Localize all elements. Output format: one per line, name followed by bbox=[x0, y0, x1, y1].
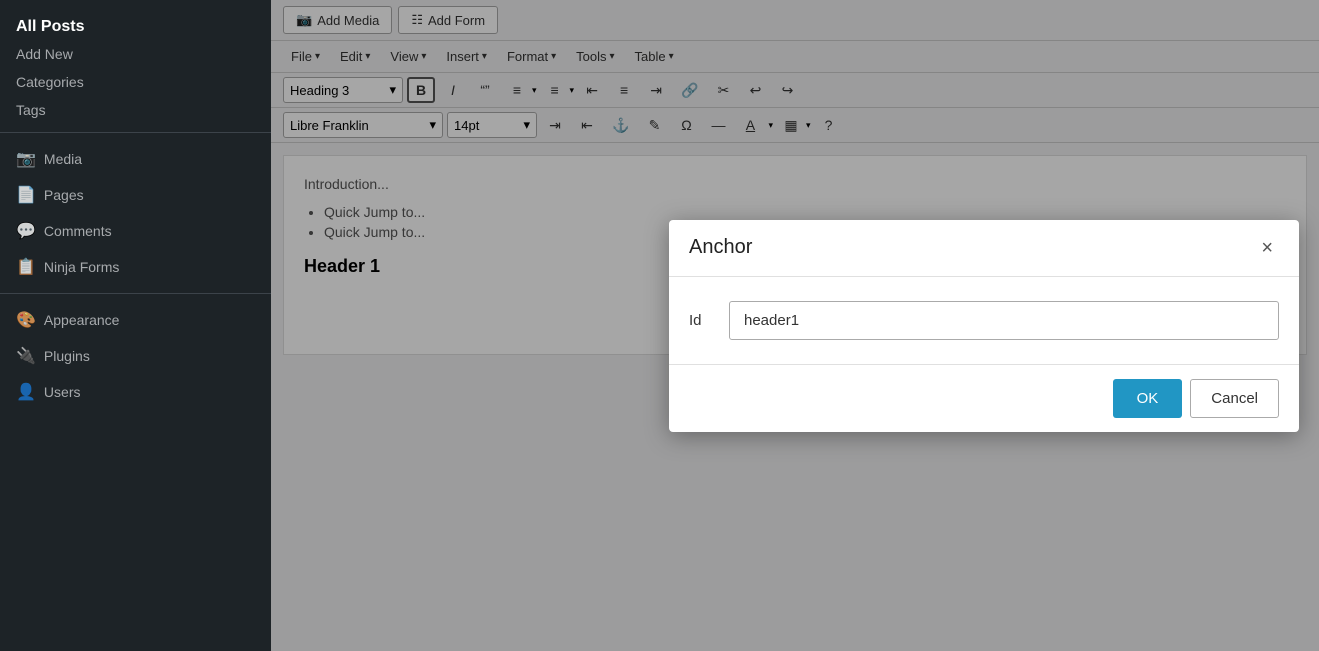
plugins-icon: 🔌 bbox=[16, 346, 36, 366]
modal-title: Anchor bbox=[689, 236, 752, 259]
ninja-forms-icon: 📋 bbox=[16, 257, 36, 277]
sidebar-divider bbox=[0, 132, 271, 133]
users-icon: 👤 bbox=[16, 382, 36, 402]
sidebar-item-comments[interactable]: 💬 Comments bbox=[0, 213, 271, 249]
sidebar-item-appearance[interactable]: 🎨 Appearance bbox=[0, 302, 271, 338]
sidebar-item-ninja-forms[interactable]: 📋 Ninja Forms bbox=[0, 249, 271, 285]
sidebar-item-all-posts[interactable]: All Posts bbox=[0, 10, 271, 40]
sidebar-item-categories[interactable]: Categories bbox=[0, 68, 271, 96]
appearance-icon: 🎨 bbox=[16, 310, 36, 330]
pages-icon: 📄 bbox=[16, 185, 36, 205]
sidebar-item-comments-label: Comments bbox=[44, 223, 112, 239]
sidebar-item-users-label: Users bbox=[44, 384, 81, 400]
modal-cancel-button[interactable]: Cancel bbox=[1190, 379, 1279, 418]
modal-id-label: Id bbox=[689, 312, 709, 329]
sidebar-item-add-new[interactable]: Add New bbox=[0, 40, 271, 68]
modal-header: Anchor × bbox=[669, 220, 1299, 277]
sidebar-item-tags[interactable]: Tags bbox=[0, 96, 271, 124]
modal-body: Id bbox=[669, 277, 1299, 364]
modal-footer: OK Cancel bbox=[669, 364, 1299, 432]
sidebar-item-plugins[interactable]: 🔌 Plugins bbox=[0, 338, 271, 374]
sidebar-divider-2 bbox=[0, 293, 271, 294]
sidebar-item-media[interactable]: 📷 Media bbox=[0, 141, 271, 177]
sidebar-item-plugins-label: Plugins bbox=[44, 348, 90, 364]
modal-id-input[interactable] bbox=[729, 301, 1279, 340]
sidebar-item-pages-label: Pages bbox=[44, 187, 84, 203]
sidebar-item-users[interactable]: 👤 Users bbox=[0, 374, 271, 410]
sidebar-item-pages[interactable]: 📄 Pages bbox=[0, 177, 271, 213]
sidebar-item-appearance-label: Appearance bbox=[44, 312, 120, 328]
comments-icon: 💬 bbox=[16, 221, 36, 241]
media-icon: 📷 bbox=[16, 149, 36, 169]
sidebar: All Posts Add New Categories Tags 📷 Medi… bbox=[0, 0, 271, 651]
sidebar-item-ninja-forms-label: Ninja Forms bbox=[44, 259, 119, 275]
main-content: 📷 Add Media ☷ Add Form File ▾ Edit ▾ Vie… bbox=[271, 0, 1319, 651]
anchor-modal: Anchor × Id OK Cancel bbox=[669, 220, 1299, 432]
sidebar-item-media-label: Media bbox=[44, 151, 82, 167]
modal-ok-button[interactable]: OK bbox=[1113, 379, 1183, 418]
modal-close-button[interactable]: × bbox=[1255, 236, 1279, 260]
